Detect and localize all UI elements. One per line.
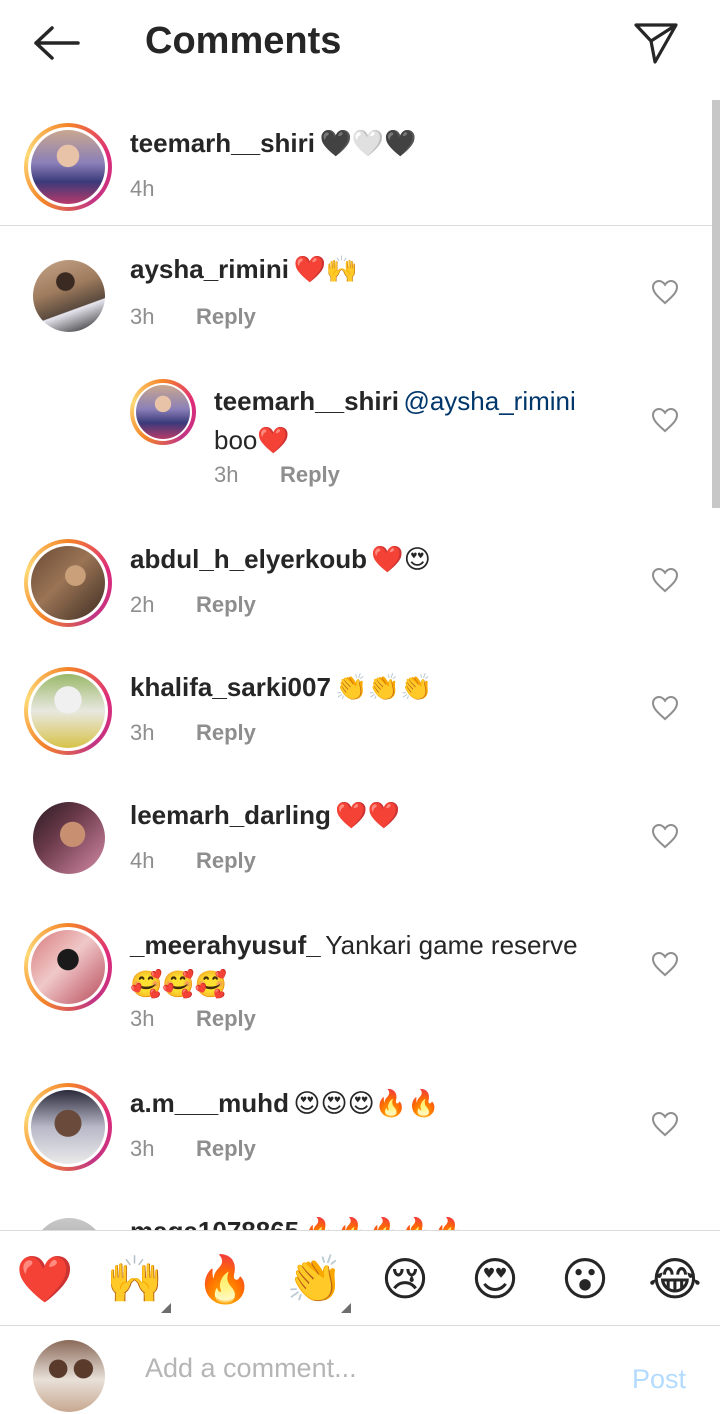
emoji-laughing-button[interactable]: 😂	[645, 1249, 705, 1309]
comment-username[interactable]: leemarh_darling	[130, 800, 331, 830]
story-ring[interactable]	[24, 667, 112, 755]
scrollbar[interactable]	[712, 100, 720, 508]
comment-username[interactable]: abdul_h_elyerkoub	[130, 544, 367, 574]
comment-time: 3h	[130, 1006, 155, 1031]
reply-button[interactable]: Reply	[196, 720, 256, 746]
comment-text: 😍😍😍🔥🔥	[293, 1088, 440, 1118]
emoji-fire-button[interactable]: 🔥	[195, 1249, 255, 1309]
emoji-heart-button[interactable]: ❤️	[15, 1249, 75, 1309]
heart-outline-icon[interactable]	[651, 823, 679, 849]
comment-time: 3h	[130, 720, 155, 745]
avatar	[31, 674, 105, 748]
emoji-crying-button[interactable]: 😢	[375, 1249, 435, 1309]
comment-time: 4h	[130, 848, 155, 873]
caption-username[interactable]: teemarh__shiri	[130, 128, 315, 158]
comment-username[interactable]: _meerahyusuf_	[130, 930, 321, 960]
heart-outline-icon[interactable]	[651, 279, 679, 305]
paper-plane-icon	[634, 23, 678, 64]
quick-emoji-bar: ❤️ 🙌 🔥 👏 😢 😍 😮 😂	[0, 1230, 720, 1326]
comment-item: khalifa_sarki007 👏👏👏 3h Reply	[0, 664, 712, 774]
reply-button[interactable]: Reply	[196, 1136, 256, 1162]
avatar	[31, 930, 105, 1004]
heart-outline-icon[interactable]	[651, 1111, 679, 1137]
comment-text: 🔥🔥🔥🔥🔥	[304, 1216, 466, 1230]
heart-outline-icon[interactable]	[651, 695, 679, 721]
emoji-clapping-button[interactable]: 👏	[285, 1249, 345, 1309]
reply-button[interactable]: Reply	[196, 848, 256, 874]
comment-item: a.m___muhd 😍😍😍🔥🔥 3h Reply	[0, 1080, 712, 1190]
skin-tone-indicator-icon	[161, 1303, 171, 1313]
back-arrow-icon	[34, 26, 80, 60]
emoji-raising-hands-button[interactable]: 🙌	[105, 1249, 165, 1309]
skin-tone-indicator-icon	[341, 1303, 351, 1313]
comment-text: boo❤️	[214, 425, 290, 455]
avatar	[136, 385, 190, 439]
comment-username[interactable]: khalifa_sarki007	[130, 672, 331, 702]
header: Comments	[0, 0, 720, 86]
story-ring[interactable]	[130, 379, 196, 445]
comment-username[interactable]: aysha_rimini	[130, 254, 289, 284]
comment-input[interactable]	[145, 1344, 605, 1392]
comment-item: _meerahyusuf_ Yankari game reserve 🥰🥰🥰 3…	[0, 920, 712, 1060]
comment-item: leemarh_darling ❤️❤️ 4h Reply	[0, 792, 712, 902]
comment-username[interactable]: maga1078865	[130, 1216, 299, 1230]
emoji-heart-eyes-button[interactable]: 😍	[465, 1249, 525, 1309]
caption-time: 4h	[130, 176, 155, 201]
avatar[interactable]	[33, 1218, 105, 1230]
comment-text: ❤️🙌	[293, 254, 359, 284]
heart-outline-icon[interactable]	[651, 951, 679, 977]
caption-text: 🖤🤍🖤	[319, 128, 417, 158]
comment-time: 3h	[214, 462, 239, 487]
comment-composer: Post	[0, 1326, 720, 1414]
comment-text: Yankari game reserve	[325, 930, 578, 960]
comment-text: ❤️❤️	[335, 800, 401, 830]
reply-button[interactable]: Reply	[196, 592, 256, 618]
story-ring[interactable]	[24, 1083, 112, 1171]
comment-item: abdul_h_elyerkoub ❤️😍 2h Reply	[0, 536, 712, 646]
comment-item: maga1078865 🔥🔥🔥🔥🔥	[0, 1208, 712, 1230]
comment-reply-item: teemarh__shiri @aysha_rimini boo❤️ 3h Re…	[0, 376, 712, 506]
reply-button[interactable]: Reply	[196, 304, 256, 330]
emoji-surprised-button[interactable]: 😮	[555, 1249, 615, 1309]
avatar[interactable]	[33, 802, 105, 874]
reply-button[interactable]: Reply	[280, 462, 340, 488]
avatar	[31, 546, 105, 620]
share-button[interactable]	[630, 20, 682, 66]
heart-outline-icon[interactable]	[651, 407, 679, 433]
comment-text: ❤️😍	[371, 544, 431, 574]
comment-username[interactable]: a.m___muhd	[130, 1088, 289, 1118]
comment-time: 3h	[130, 304, 155, 329]
story-ring[interactable]	[24, 539, 112, 627]
comment-time: 2h	[130, 592, 155, 617]
comment-username[interactable]: teemarh__shiri	[214, 386, 399, 416]
comment-text-emoji: 🥰🥰🥰	[130, 969, 228, 999]
avatar	[31, 130, 105, 204]
comments-list[interactable]: teemarh__shiri 🖤🤍🖤 4h aysha_rimini ❤️🙌 3…	[0, 96, 720, 1230]
post-caption: teemarh__shiri 🖤🤍🖤 4h	[0, 96, 712, 226]
comment-time: 3h	[130, 1136, 155, 1161]
back-button[interactable]	[30, 22, 82, 64]
mention-link[interactable]: @aysha_rimini	[403, 386, 575, 416]
heart-outline-icon[interactable]	[651, 567, 679, 593]
reply-button[interactable]: Reply	[196, 1006, 256, 1032]
comment-text: 👏👏👏	[335, 672, 433, 702]
comment-item: aysha_rimini ❤️🙌 3h Reply	[0, 246, 712, 356]
story-ring[interactable]	[24, 123, 112, 211]
avatar[interactable]	[33, 260, 105, 332]
story-ring[interactable]	[24, 923, 112, 1011]
avatar	[33, 1340, 105, 1412]
page-title: Comments	[145, 20, 342, 62]
post-button[interactable]: Post	[632, 1364, 686, 1395]
avatar	[31, 1090, 105, 1164]
